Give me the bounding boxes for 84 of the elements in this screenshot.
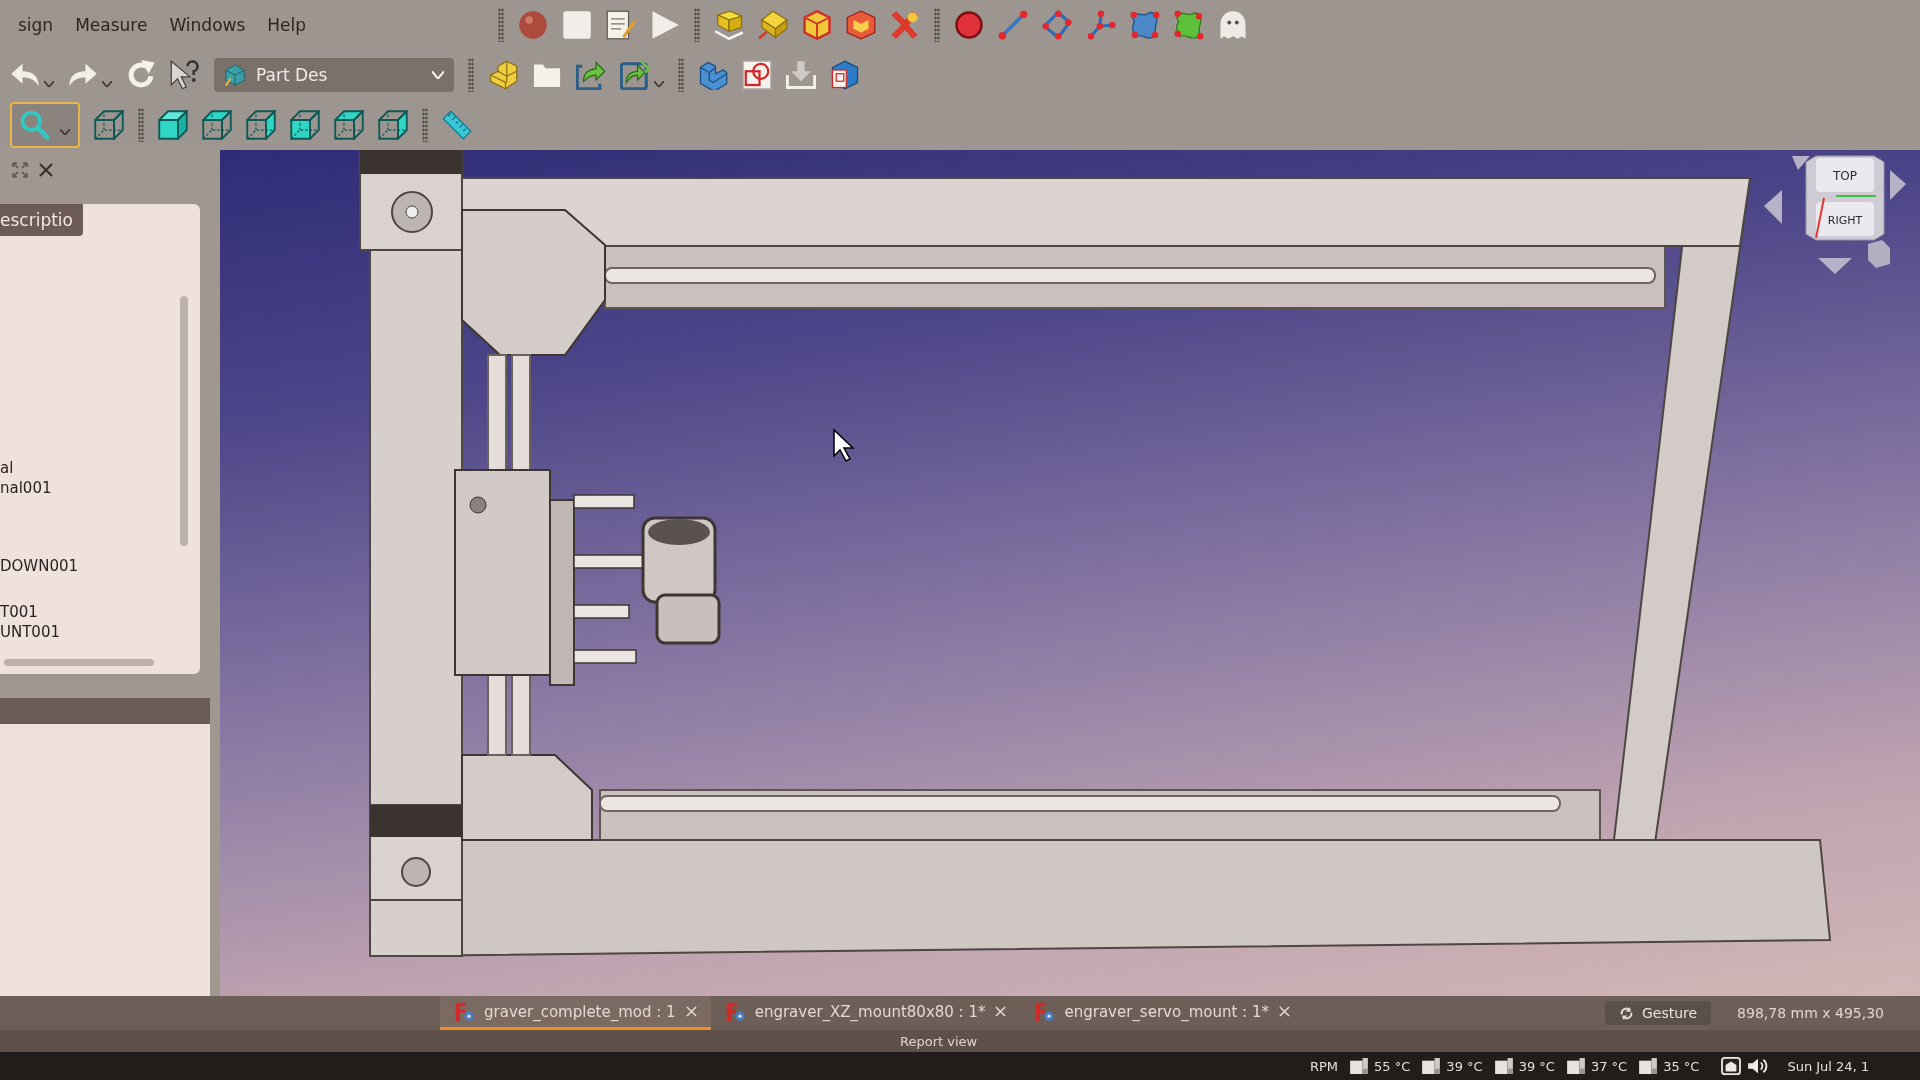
caret-icon — [432, 71, 444, 79]
sketch-icon[interactable] — [758, 10, 789, 40]
temperature-reading: 39 °C — [1518, 1058, 1555, 1074]
document-tab[interactable]: engraver_XZ_mount80x80 : 1* — [710, 996, 1021, 1030]
body-icon[interactable] — [714, 10, 745, 40]
point-icon[interactable] — [954, 10, 985, 40]
temperature-gauge-icon[interactable] — [1566, 1058, 1585, 1074]
whats-this-icon[interactable] — [170, 60, 200, 90]
menu-item[interactable]: sign — [10, 11, 62, 39]
horizontal-scrollbar[interactable] — [4, 659, 154, 666]
volume-icon[interactable] — [1747, 1057, 1770, 1075]
right-view-icon[interactable] — [246, 110, 276, 140]
surface-icon[interactable] — [1130, 10, 1161, 40]
caret-icon[interactable] — [44, 81, 54, 87]
fan-speed-unit: RPM — [1310, 1058, 1339, 1074]
temperature-gauge-icon[interactable] — [1422, 1058, 1441, 1074]
document-icon — [724, 1001, 745, 1022]
tree-item[interactable]: nal001 — [0, 478, 180, 498]
right-arrow-icon[interactable] — [1890, 170, 1906, 200]
workbench-selector[interactable]: Part Des — [214, 58, 454, 92]
left-arrow-icon[interactable] — [1764, 190, 1782, 224]
close-icon[interactable] — [38, 162, 54, 178]
macro-editor-icon[interactable] — [606, 10, 637, 40]
caret-icon — [60, 129, 70, 135]
l-block-icon[interactable] — [698, 60, 728, 90]
rear-view-icon[interactable] — [290, 110, 320, 140]
temperature-reading: 37 °C — [1590, 1058, 1628, 1074]
temperature-reading: 39 °C — [1446, 1058, 1483, 1074]
top-view-icon[interactable] — [202, 110, 232, 140]
temperature-reading: 35 °C — [1663, 1058, 1700, 1074]
part-design-icon — [224, 64, 246, 86]
stop-icon[interactable] — [562, 10, 593, 40]
caret-icon[interactable] — [654, 81, 664, 87]
tree-item[interactable]: T001 — [0, 602, 180, 622]
tree-item[interactable]: DOWN001 — [0, 556, 180, 576]
document-icon — [454, 1001, 474, 1022]
overlap-squares-icon[interactable] — [742, 60, 772, 90]
clock[interactable]: Sun Jul 24, 1 — [1787, 1058, 1870, 1074]
magnifier-icon — [20, 110, 50, 140]
polygon-icon[interactable] — [1042, 10, 1073, 40]
split-cube-icon[interactable] — [830, 60, 860, 90]
temperature-gauge-icon[interactable] — [1350, 1058, 1369, 1074]
menu-item[interactable]: Help — [259, 11, 315, 39]
play-icon[interactable] — [650, 10, 681, 40]
ruler-icon[interactable] — [442, 110, 472, 140]
restore-icon[interactable] — [12, 162, 28, 178]
network-icon[interactable] — [1721, 1057, 1742, 1075]
mouse-cursor-icon — [833, 428, 855, 462]
node-branch-icon[interactable] — [1086, 10, 1117, 40]
menu-item[interactable]: Windows — [161, 11, 254, 39]
up-arrow-icon[interactable] — [1792, 156, 1810, 170]
dimensions-text: 898,78 mm x 495,30 — [1737, 1005, 1884, 1021]
export-icon[interactable] — [576, 60, 606, 90]
front-view-icon[interactable] — [158, 110, 188, 140]
column-header[interactable]: escriptio — [0, 204, 83, 236]
caret-icon[interactable] — [102, 81, 112, 87]
circular-arrows-icon — [1618, 1005, 1634, 1021]
view-menu-cube-icon[interactable] — [1868, 240, 1890, 268]
download-tray-icon[interactable] — [786, 60, 816, 90]
fit-all-button[interactable] — [10, 102, 80, 148]
left-view-icon[interactable] — [378, 110, 408, 140]
export-all-icon[interactable] — [620, 60, 650, 90]
navigation-cube[interactable]: TOP RIGHT — [1805, 155, 1885, 241]
report-view-title: Report view — [900, 1033, 978, 1049]
patch-icon[interactable] — [1174, 10, 1205, 40]
tree-item[interactable]: al — [0, 458, 180, 478]
temperature-gauge-icon[interactable] — [1639, 1058, 1658, 1074]
steps-icon[interactable] — [488, 60, 518, 90]
navigation-style-button[interactable]: Gesture — [1604, 1001, 1712, 1025]
document-tab[interactable]: graver_complete_mod : 1 — [440, 996, 711, 1030]
document-tab[interactable]: engraver_servo_mount : 1* — [1020, 996, 1304, 1030]
bottom-view-icon[interactable] — [334, 110, 364, 140]
pocket-icon[interactable] — [846, 10, 877, 40]
refresh-icon[interactable] — [126, 60, 156, 90]
tree-item[interactable]: UNT001 — [0, 622, 180, 642]
menu-item[interactable]: Measure — [67, 11, 156, 39]
vertical-scrollbar[interactable] — [180, 296, 188, 546]
isometric-cube-icon[interactable] — [94, 110, 124, 140]
document-icon — [1034, 1001, 1055, 1022]
temperature-gauge-icon[interactable] — [1494, 1058, 1513, 1074]
temperature-reading: 55 °C — [1374, 1058, 1411, 1074]
pad-icon[interactable] — [802, 10, 833, 40]
down-arrow-icon[interactable] — [1818, 258, 1852, 274]
ghost-icon[interactable] — [1218, 10, 1249, 40]
